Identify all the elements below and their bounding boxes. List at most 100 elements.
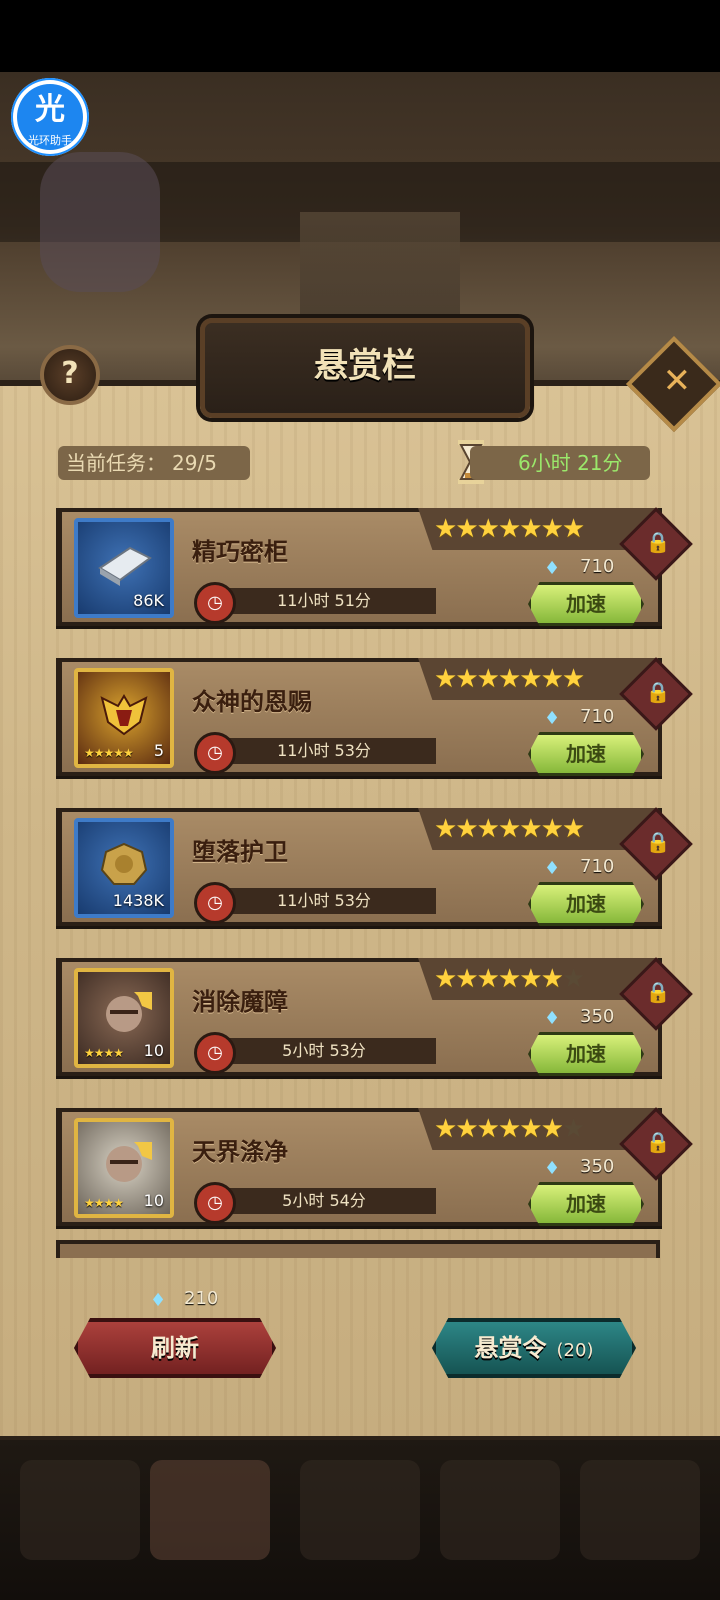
gold-coin-icon [100,842,148,885]
reward-stars: ★★★★ [84,1046,124,1060]
speed-cost: 710 [580,706,615,727]
speed-up-button[interactable]: 加速 [528,882,644,926]
status-bar [0,0,720,72]
star-icon: ★ [434,664,457,694]
star-icon: ★ [434,964,457,994]
clock-icon: ◷ [194,732,236,774]
clock-icon: ◷ [194,1032,236,1074]
bounty-title: 消除魔障 [192,988,288,1016]
page-title: 悬赏栏 [314,346,416,386]
speed-up-button[interactable]: 加速 [528,582,644,626]
diamond-icon: ♦ [544,1008,561,1029]
logo-text: 光环助手 [28,134,72,147]
star-icon: ★ [434,814,457,844]
reward-icon[interactable]: 1438K [74,818,174,918]
lock-icon: 🔒 [645,679,671,704]
nav-item-3[interactable] [300,1460,420,1560]
bounty-stars: ★★★★★★★ [434,664,585,694]
hero-emblem-icon [100,694,148,736]
current-tasks-label: 当前任务： [66,451,166,475]
bounty-card[interactable]: 86K 精巧密柜 ★★★★★★★ 🔒 ♦ 710 11小时 51分 ◷ 加速 [56,507,693,626]
bounty-card[interactable]: ★★★★ 10 消除魔障 ★★★★★★★ 🔒 ♦ 350 5小时 53分 ◷ 加速 [56,957,693,1076]
star-icon: ★ [497,1114,521,1144]
help-button[interactable]: ? [40,345,100,405]
speed-up-button[interactable]: 加速 [528,732,644,776]
refresh-timer-pill: 6小时 21分 [470,446,650,480]
reward-icon[interactable]: ★★★★ 10 [74,1118,174,1218]
speed-cost: 710 [580,556,615,577]
bounty-order-button[interactable]: 悬赏令 (20) [432,1318,636,1378]
star-icon: ★ [519,664,542,694]
bounty-stars: ★★★★★★★ [434,964,585,994]
bounty-card[interactable]: ★★★★ 10 天界涤净 ★★★★★★★ 🔒 ♦ 350 5小时 54分 ◷ 加速 [56,1107,693,1226]
star-icon: ★ [455,964,478,994]
star-icon: ★ [476,514,500,544]
background-building [300,212,460,332]
bounty-card[interactable]: ★★★★★ 5 众神的恩赐 ★★★★★★★ 🔒 ♦ 710 11小时 53分 ◷ 加速 [56,657,693,776]
reward-count: 10 [143,1191,164,1210]
star-icon: ★ [561,514,585,544]
star-icon: ★ [434,1114,457,1144]
star-empty-icon: ★ [561,1114,585,1144]
bounty-timer: 5小时 54分 [212,1188,436,1214]
logo-char: 光 [35,92,65,127]
close-icon: ✕ [662,361,692,402]
star-icon: ★ [540,964,564,994]
diamond-icon: ♦ [544,858,561,879]
star-icon: ★ [455,814,478,844]
clock-icon: ◷ [194,582,236,624]
nav-item-2[interactable] [150,1460,270,1560]
refresh-timer-text: 6小时 21分 [518,451,623,475]
nav-item-1[interactable] [20,1460,140,1560]
background-character [40,152,160,292]
lock-icon: 🔒 [645,1129,671,1154]
speed-up-button[interactable]: 加速 [528,1182,644,1226]
reward-count: 10 [143,1041,164,1060]
bounty-timer: 11小时 53分 [212,888,436,914]
star-icon: ★ [455,514,478,544]
nav-item-4[interactable] [440,1460,560,1560]
guanghuan-assistant-logo[interactable]: 光 光环助手 [11,78,89,156]
star-icon: ★ [519,814,542,844]
star-icon: ★ [561,814,585,844]
bounty-stars: ★★★★★★★ [434,1114,585,1144]
refresh-label: 刷新 [151,1334,199,1362]
bottom-nav [0,1440,720,1600]
lock-icon: 🔒 [645,829,671,854]
hero-portrait-icon [106,1142,152,1182]
star-icon: ★ [519,964,542,994]
bounty-title: 堕落护卫 [192,838,288,866]
reward-icon[interactable]: 86K [74,518,174,618]
reward-count: 5 [153,741,164,760]
bounty-order-label: 悬赏令 [474,1334,547,1362]
star-icon: ★ [540,814,564,844]
reward-icon[interactable]: ★★★★★ 5 [74,668,174,768]
star-icon: ★ [540,514,564,544]
refresh-button[interactable]: 刷新 [74,1318,276,1378]
star-icon: ★ [540,1114,564,1144]
bounty-card-partial [56,1240,660,1258]
bounty-stars: ★★★★★★★ [434,814,585,844]
speed-cost: 710 [580,856,615,877]
current-tasks-value: 29/5 [172,451,217,475]
star-icon: ★ [476,664,500,694]
reward-stars: ★★★★ [84,1196,124,1210]
star-icon: ★ [519,1114,542,1144]
refresh-cost: 210 [184,1288,219,1309]
star-icon: ★ [476,814,500,844]
reward-icon[interactable]: ★★★★ 10 [74,968,174,1068]
bounty-title: 天界涤净 [192,1138,288,1166]
star-icon: ★ [476,1114,500,1144]
diamond-icon: ♦ [544,1158,561,1179]
star-icon: ★ [540,664,564,694]
speed-up-button[interactable]: 加速 [528,1032,644,1076]
nav-item-5[interactable] [580,1460,700,1560]
lock-icon: 🔒 [645,529,671,554]
bounty-card[interactable]: 1438K 堕落护卫 ★★★★★★★ 🔒 ♦ 710 11小时 53分 ◷ 加速 [56,807,693,926]
silver-bar-icon [98,546,152,586]
diamond-icon: ♦ [150,1290,167,1311]
reward-count: 86K [133,591,164,610]
star-icon: ★ [519,514,542,544]
bounty-timer: 5小时 53分 [212,1038,436,1064]
diamond-icon: ♦ [544,558,561,579]
